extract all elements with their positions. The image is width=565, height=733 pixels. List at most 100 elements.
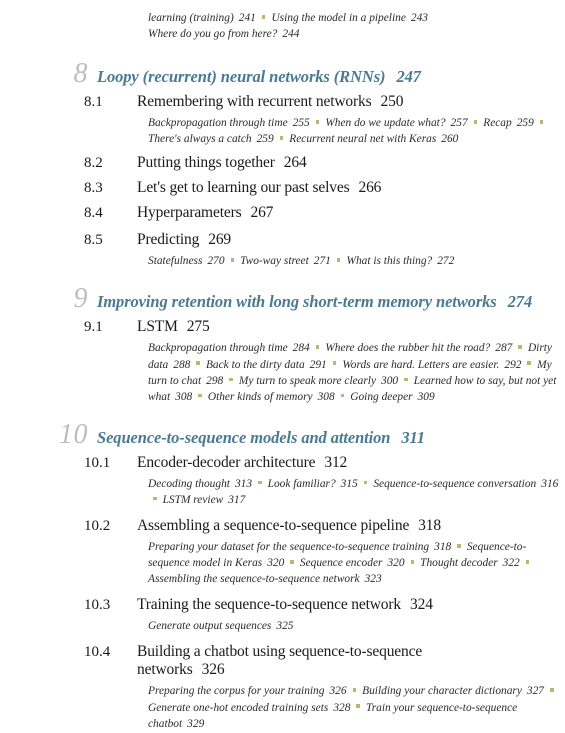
subentry-page: 322 bbox=[502, 557, 520, 570]
section-page-number: 267 bbox=[250, 204, 274, 222]
subentry-title: Two-way street bbox=[240, 255, 309, 268]
subentry-page: 320 bbox=[387, 557, 405, 570]
separator-square-icon bbox=[279, 136, 284, 140]
separator-square-icon bbox=[261, 14, 266, 19]
section-title-text: Encoder-decoder architecture bbox=[137, 453, 316, 471]
subentry-title: When do we update what? bbox=[325, 117, 446, 130]
subentry-block: Decoding thought 313 Look familiar? 315 Sequ… bbox=[0, 476, 565, 508]
subentry-page: 244 bbox=[282, 28, 300, 41]
subentry-page: 308 bbox=[317, 390, 335, 403]
subentry-title: LSTM review bbox=[162, 493, 224, 506]
section-number: 10.4 bbox=[84, 644, 111, 661]
section-number: 10.1 bbox=[84, 454, 111, 471]
section-page-number: 275 bbox=[186, 318, 210, 336]
subentry-list: Backpropagation through time 255 When do w… bbox=[148, 115, 561, 147]
subentry-page: 292 bbox=[504, 358, 522, 371]
subentry-page: 327 bbox=[526, 685, 544, 698]
subentry-title: Backpropagation through time bbox=[148, 342, 288, 355]
separator-square-icon bbox=[356, 704, 360, 708]
subentry-list: learning (training) 241 Using the model in… bbox=[148, 10, 561, 42]
section-number: 8.3 bbox=[84, 180, 103, 197]
chapter-title: Sequence-to-sequence models and attentio… bbox=[88, 428, 425, 448]
separator-square-icon bbox=[340, 393, 345, 398]
chapter-title-text: Loopy (recurrent) neural networks (RNNs) bbox=[97, 67, 386, 87]
subentry-title: Going deeper bbox=[350, 390, 413, 403]
section-title: Remembering with recurrent networks 250 bbox=[137, 93, 403, 111]
chapter-heading[interactable]: 10 Sequence-to-sequence models and attent… bbox=[0, 420, 565, 449]
subentry-block: Preparing your dataset for the sequence-… bbox=[0, 539, 565, 587]
subentry-page: 291 bbox=[309, 358, 327, 371]
section-number: 8.2 bbox=[84, 155, 103, 172]
subentry-block: Backpropagation through time 284 Where doe… bbox=[0, 340, 565, 404]
section-entry[interactable]: 10.2 Assembling a sequence-to-sequence pi… bbox=[0, 517, 565, 535]
section-page-number: 269 bbox=[208, 231, 232, 249]
section-entry[interactable]: 8.5 Predicting 269 bbox=[0, 231, 565, 249]
section-entry[interactable]: 9.1 LSTM 275 bbox=[0, 318, 565, 336]
subentry-page: 272 bbox=[437, 255, 455, 268]
chapter-number: 8 bbox=[73, 58, 88, 90]
separator-square-icon bbox=[229, 377, 233, 382]
subentry-title: Thought decoder bbox=[420, 557, 498, 570]
subentry-block: Statefulness 270 Two-way street 271 What is … bbox=[0, 253, 565, 269]
subentry-page: 270 bbox=[207, 255, 225, 268]
section-entry[interactable]: 10.4 Building a chatbot using sequence-to… bbox=[0, 643, 565, 679]
chapter-title-text: Sequence-to-sequence models and attentio… bbox=[97, 427, 391, 447]
section-entry[interactable]: 8.3 Let's get to learning our past selves… bbox=[0, 179, 565, 197]
subentry-page: 243 bbox=[410, 12, 428, 24]
section-number: 9.1 bbox=[84, 319, 103, 336]
separator-square-icon bbox=[518, 345, 522, 349]
chapter-list: 8 Loopy (recurrent) neural networks (RNNs… bbox=[0, 60, 565, 732]
subentry-page: 325 bbox=[276, 620, 294, 633]
continuation-subentry-block: learning (training) 241 Using the model in… bbox=[0, 10, 565, 42]
subentry-title: Using the model in a pipeline bbox=[271, 12, 406, 24]
subentry-page: 259 bbox=[256, 133, 274, 146]
section-title-text: Predicting bbox=[137, 231, 200, 249]
section-title: Training the sequence-to-sequence networ… bbox=[137, 596, 433, 614]
separator-square-icon bbox=[404, 377, 408, 382]
chapter-page-number: 247 bbox=[396, 67, 421, 87]
subentry-list: Preparing your dataset for the sequence-… bbox=[148, 539, 561, 587]
subentry-page: 271 bbox=[313, 255, 331, 268]
subentry-page: 308 bbox=[175, 390, 193, 403]
separator-square-icon bbox=[527, 361, 532, 366]
section-title-text: Remembering with recurrent networks bbox=[137, 93, 372, 111]
section-page-number: 326 bbox=[201, 661, 225, 679]
subentry-title: Back to the dirty data bbox=[205, 358, 305, 371]
subentry-page: 315 bbox=[340, 477, 358, 490]
chapter-heading[interactable]: 9 Improving retention with long short-ter… bbox=[0, 285, 565, 313]
subentry-title: Other kinds of memory bbox=[207, 390, 313, 403]
subentry-title: Look familiar? bbox=[267, 477, 336, 490]
section-number: 8.4 bbox=[84, 205, 103, 222]
section-entry[interactable]: 10.1 Encoder-decoder architecture 312 bbox=[0, 454, 565, 472]
section-entry[interactable]: 8.1 Remembering with recurrent networks 25… bbox=[0, 93, 565, 111]
section-entry[interactable]: 8.2 Putting things together 264 bbox=[0, 154, 565, 172]
section-entry[interactable]: 10.3 Training the sequence-to-sequence ne… bbox=[0, 596, 565, 614]
chapter-heading[interactable]: 8 Loopy (recurrent) neural networks (RNNs… bbox=[0, 60, 565, 88]
section-title-text: Training the sequence-to-sequence networ… bbox=[137, 596, 402, 614]
subentry-page: 288 bbox=[173, 358, 191, 371]
subentry-page: 309 bbox=[417, 390, 435, 403]
section-page-number: 264 bbox=[283, 154, 307, 172]
section-page-number: 250 bbox=[380, 93, 404, 111]
chapter-title-text: Improving retention with long short-term… bbox=[97, 292, 497, 312]
subentry-page: 316 bbox=[541, 477, 559, 490]
chapter-page-number: 274 bbox=[507, 292, 533, 312]
section-title: Assembling a sequence-to-sequence pipeli… bbox=[137, 517, 441, 535]
subentry-page: 300 bbox=[381, 374, 399, 387]
separator-square-icon bbox=[332, 361, 337, 366]
section-number: 10.2 bbox=[84, 518, 111, 535]
subentry-page: 260 bbox=[441, 133, 459, 146]
section-number: 8.1 bbox=[84, 94, 103, 111]
subentry-page: 320 bbox=[267, 557, 285, 570]
section-title-text: Putting things together bbox=[137, 154, 275, 172]
subentry-title: learning (training) bbox=[148, 12, 234, 24]
section-entry[interactable]: 8.4 Hyperparameters 267 bbox=[0, 204, 565, 222]
subentry-title: Building your character dictionary bbox=[362, 685, 522, 698]
subentry-page: 257 bbox=[450, 117, 468, 130]
section-page-number: 266 bbox=[358, 179, 382, 197]
section-title: Building a chatbot using sequence-to-seq… bbox=[137, 643, 482, 679]
